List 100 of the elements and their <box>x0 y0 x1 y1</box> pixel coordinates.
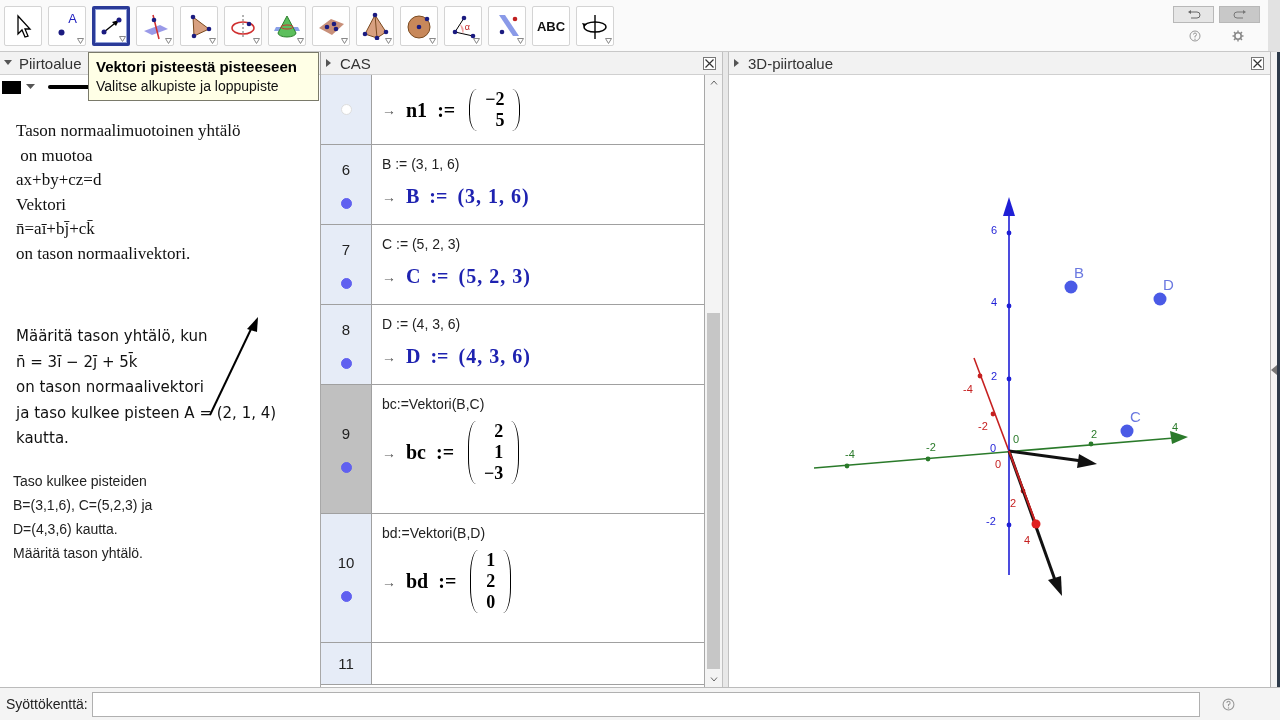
expand-triangle-icon[interactable] <box>325 59 333 67</box>
cas-input[interactable]: B := (3, 1, 6) <box>382 153 460 175</box>
row-header[interactable]: 6 <box>321 145 372 224</box>
output-name: bc <box>406 441 426 464</box>
point-value: (5, 2, 3) <box>458 265 531 288</box>
close-icon[interactable] <box>1251 56 1264 70</box>
scroll-down-icon <box>709 677 718 682</box>
row-header[interactable]: 7 <box>321 225 372 304</box>
scroll-thumb[interactable] <box>707 313 720 669</box>
assign-operator: := <box>430 265 449 288</box>
text-line: Määritä tason yhtälö, kun <box>16 326 208 347</box>
row-number: 9 <box>341 425 351 442</box>
scrollbar[interactable] <box>705 75 722 687</box>
axis-tick-label: 2 <box>991 370 998 382</box>
text-line: on tason normaalivektori. <box>16 242 191 265</box>
visibility-marker[interactable] <box>340 591 352 602</box>
axis-tick-label: 2 <box>1010 497 1017 509</box>
expand-triangle-icon[interactable] <box>1271 364 1277 375</box>
visibility-marker[interactable] <box>340 197 352 209</box>
cas-cell[interactable]: → n1 := −2 5 <box>372 75 704 144</box>
axis-tick-label: -2 <box>986 515 996 527</box>
cas-cell[interactable]: bd:=Vektori(B,D) → bd := 1 2 0 <box>372 514 704 642</box>
output-name: bd <box>406 570 429 593</box>
point-marker <box>1153 292 1167 306</box>
sphere-icon <box>405 12 433 40</box>
text-line: Vektori <box>16 193 67 216</box>
axis-tick-label: -2 <box>926 441 936 453</box>
panel-title: 3D-piirtoalue <box>748 54 834 72</box>
tool-button[interactable] <box>92 6 130 46</box>
input-field[interactable] <box>91 691 1200 717</box>
undo-icon <box>1186 9 1201 20</box>
axis-tick-label: -4 <box>845 448 855 460</box>
vector-component: 5 <box>495 110 505 131</box>
axis-tick-label: 0 <box>990 442 997 454</box>
visibility-marker[interactable] <box>340 357 352 369</box>
vector-component: 0 <box>486 592 496 613</box>
vector-component: −3 <box>484 463 504 484</box>
tooltip-title: Vektori pisteestä pisteeseen <box>96 57 298 77</box>
axis-tick-label: 4 <box>1024 534 1031 546</box>
caret-icon <box>26 84 35 90</box>
visibility-marker[interactable] <box>340 462 352 473</box>
vector-component: 1 <box>486 550 496 571</box>
circle-icon <box>229 12 257 40</box>
axis-point <box>1031 519 1041 529</box>
close-icon[interactable] <box>703 56 716 70</box>
cas-cell[interactable]: bc:=Vektori(B,C) → bc := 2 1 −3 <box>372 385 704 513</box>
row-header[interactable]: 8 <box>321 305 372 384</box>
point-label: C <box>1130 408 1141 425</box>
cas-input[interactable]: C := (5, 2, 3) <box>382 233 461 255</box>
collapse-triangle-icon[interactable] <box>4 59 12 67</box>
assign-operator: := <box>438 570 457 593</box>
axis-tick-label: 4 <box>1172 421 1179 433</box>
cas-input[interactable]: D := (4, 3, 6) <box>382 313 461 335</box>
cas-cell[interactable]: B := (3, 1, 6) → B := (3, 1, 6) <box>372 145 704 224</box>
axis-tick-label: -4 <box>963 383 973 395</box>
row-header[interactable]: 11 <box>321 643 372 684</box>
text-line: Määritä tason yhtälö. <box>13 543 143 563</box>
input-label: Syöttökenttä: <box>6 696 88 712</box>
color-swatch[interactable] <box>2 80 21 94</box>
axis-tick-label: 6 <box>991 224 998 236</box>
cas-cell[interactable]: C := (5, 2, 3) → C := (5, 2, 3) <box>372 225 704 304</box>
panel-title: Piirtoalue <box>19 54 82 72</box>
axis-tick-label: 4 <box>991 296 998 308</box>
axis-tick-label: 0 <box>1013 433 1020 445</box>
row-header[interactable]: 9 <box>321 385 372 513</box>
output-name: B <box>406 185 420 208</box>
tool-button[interactable]: A <box>48 6 86 46</box>
point-marker <box>1120 424 1134 438</box>
settings-icon[interactable] <box>1232 30 1245 42</box>
cas-cell[interactable]: D := (4, 3, 6) → D := (4, 3, 6) <box>372 305 704 384</box>
rotate-icon <box>581 12 609 40</box>
cas-input[interactable]: bd:=Vektori(B,D) <box>382 522 486 544</box>
help-icon[interactable] <box>1221 697 1235 711</box>
row-header[interactable]: 10 <box>321 514 372 642</box>
row-number: 8 <box>341 320 351 338</box>
point-icon <box>57 28 65 36</box>
cas-input[interactable]: bc:=Vektori(B,C) <box>382 393 485 415</box>
tool-button[interactable]: α <box>444 6 482 46</box>
redo-icon <box>1232 9 1247 20</box>
output-name: C <box>406 265 421 288</box>
axis-tick-label: -2 <box>978 420 988 432</box>
axis-tick-label: 2 <box>1091 428 1098 440</box>
text-line: ja taso kulkee pisteen A = (2, 1, 4) <box>16 402 277 424</box>
assign-operator: := <box>430 345 449 368</box>
assign-operator: := <box>436 441 455 464</box>
row-number: 6 <box>341 160 351 178</box>
vector-component: 1 <box>494 442 504 463</box>
text-line: on muotoa <box>19 144 93 167</box>
point-value: (4, 3, 6) <box>458 345 531 368</box>
text-line: B=(3,1,6), C=(5,2,3) ja <box>13 495 153 515</box>
visibility-marker[interactable] <box>340 277 352 289</box>
vector-component: −2 <box>485 89 505 110</box>
text-tool-button[interactable]: ABC <box>532 6 570 46</box>
tooltip-text: Valitse alkupiste ja loppupiste <box>96 77 280 96</box>
text-line: ax+by+cz=d <box>16 169 102 191</box>
result-arrow: → <box>382 102 396 118</box>
expand-triangle-icon[interactable] <box>733 59 741 67</box>
text-line: kautta. <box>16 428 69 449</box>
point-marker <box>1064 280 1078 294</box>
text-line: Taso kulkee pisteiden <box>13 471 147 491</box>
